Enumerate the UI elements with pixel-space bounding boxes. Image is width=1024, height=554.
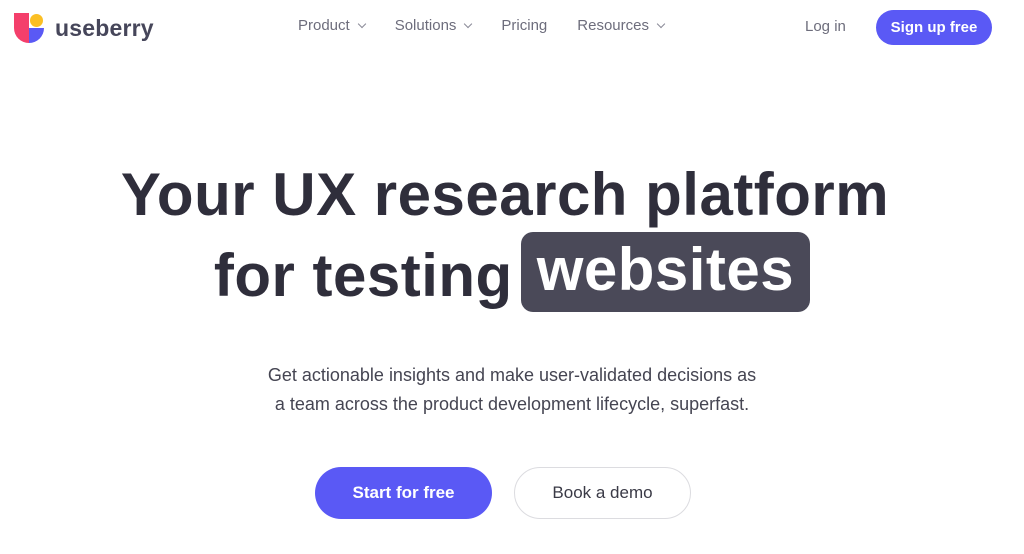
logo-yellow-circle bbox=[30, 14, 43, 27]
hero-subtitle-line2: a team across the product development li… bbox=[274, 394, 750, 414]
nav-item-label: Resources bbox=[577, 17, 649, 34]
hero-title-line2: for testing websites bbox=[0, 232, 1024, 320]
nav-item-label: Solutions bbox=[394, 17, 457, 34]
hero-title-line1: Your UX research platform bbox=[120, 161, 890, 228]
nav-item-pricing[interactable]: Pricing bbox=[501, 17, 547, 34]
nav-item-label: Pricing bbox=[501, 17, 548, 34]
useberry-logo-icon bbox=[14, 13, 44, 43]
nav-item-label: Product bbox=[298, 17, 350, 34]
hero-title-text: for testing bbox=[213, 242, 513, 309]
main-nav: Product Solutions Pricing Resources bbox=[298, 17, 694, 34]
chevron-down-icon bbox=[656, 19, 666, 28]
logo-red-shape bbox=[14, 13, 29, 43]
signup-button[interactable]: Sign up free bbox=[876, 10, 992, 45]
logo-text: useberry bbox=[55, 14, 154, 41]
chevron-down-icon bbox=[357, 19, 366, 28]
hero-subtitle-line1: Get actionable insights and make user-va… bbox=[267, 365, 757, 385]
start-for-free-button[interactable]: Start for free bbox=[315, 467, 492, 519]
nav-item-product[interactable]: Product bbox=[298, 17, 366, 34]
site-header: useberry Product Solutions Pricing Resou… bbox=[0, 0, 1024, 56]
hero-subtitle: Get actionable insights and make user-va… bbox=[0, 361, 1024, 419]
chevron-down-icon bbox=[464, 19, 473, 28]
login-link[interactable]: Log in bbox=[805, 18, 846, 35]
nav-item-solutions[interactable]: Solutions bbox=[394, 17, 473, 34]
nav-item-resources[interactable]: Resources bbox=[577, 17, 666, 34]
logo[interactable]: useberry bbox=[14, 13, 154, 43]
logo-blue-shape bbox=[29, 28, 44, 43]
hero-title-highlight: websites bbox=[520, 232, 811, 312]
book-demo-button[interactable]: Book a demo bbox=[514, 467, 691, 519]
